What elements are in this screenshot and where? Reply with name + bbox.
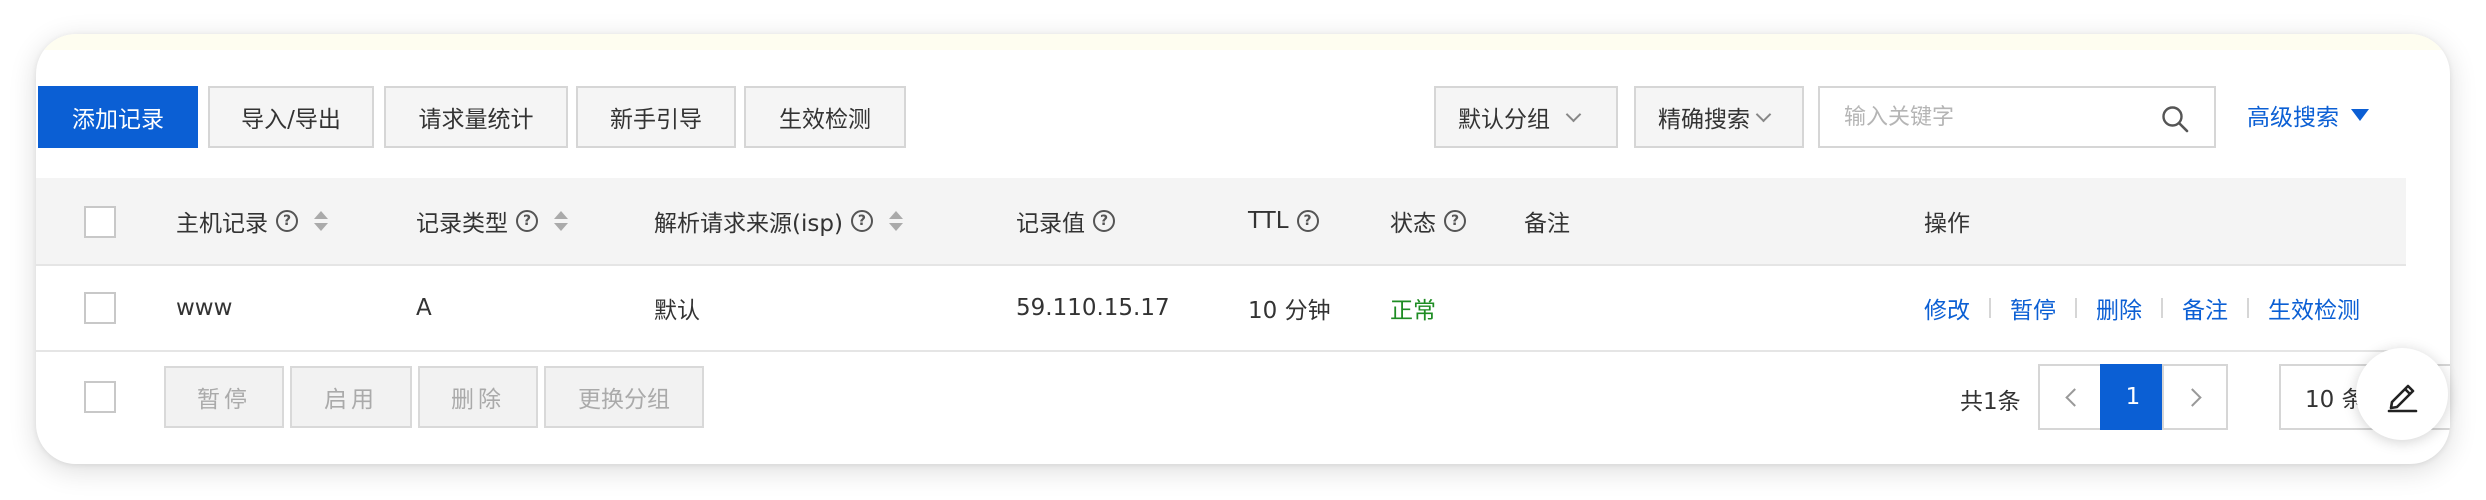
column-status: 状态 ? xyxy=(1390,178,1466,264)
column-remark: 备注 xyxy=(1524,211,1570,237)
footer-select-all-checkbox[interactable] xyxy=(84,381,116,413)
search-box xyxy=(1818,86,2216,148)
effect-check-button[interactable]: 生效检测 xyxy=(744,86,906,148)
row-checkbox[interactable] xyxy=(84,292,116,324)
help-icon[interactable]: ? xyxy=(850,210,873,232)
chevron-down-icon xyxy=(1755,106,1772,122)
column-source-label: 解析请求来源(isp) xyxy=(654,211,843,237)
edit-feedback-button[interactable] xyxy=(2356,348,2448,440)
cell-type: A xyxy=(416,295,432,321)
select-all-checkbox[interactable] xyxy=(84,206,116,238)
cell-status: 正常 xyxy=(1390,298,1436,324)
column-host-label: 主机记录 xyxy=(176,211,268,237)
help-icon[interactable]: ? xyxy=(516,210,538,232)
column-source[interactable]: 解析请求来源(isp) ? xyxy=(654,178,903,264)
column-ttl-label: TTL xyxy=(1248,208,1289,234)
pause-link[interactable]: 暂停 xyxy=(2010,291,2056,325)
table-row: www A 默认 59.110.15.17 10 分钟 正常 修改 暂停 删除 … xyxy=(36,266,2406,352)
divider xyxy=(2247,298,2249,318)
delete-link[interactable]: 删除 xyxy=(2096,291,2142,325)
top-band xyxy=(36,34,2450,50)
column-type-label: 记录类型 xyxy=(416,211,508,237)
caret-down-icon xyxy=(2351,109,2369,121)
group-select-value: 默认分组 xyxy=(1458,107,1550,133)
group-select[interactable]: 默认分组 xyxy=(1434,86,1618,148)
column-ops: 操作 xyxy=(1924,211,1970,237)
cell-host: www xyxy=(176,295,233,321)
batch-pause-button[interactable]: 暂停 xyxy=(164,366,284,428)
cell-source: 默认 xyxy=(654,298,700,324)
beginner-guide-button[interactable]: 新手引导 xyxy=(576,86,736,148)
dns-records-panel: 添加记录 导入/导出 请求量统计 新手引导 生效检测 默认分组 精确搜索 高级搜… xyxy=(36,34,2450,464)
divider xyxy=(2075,298,2077,318)
effect-check-link[interactable]: 生效检测 xyxy=(2268,291,2360,325)
chevron-right-icon xyxy=(2182,387,2202,407)
import-export-button[interactable]: 导入/导出 xyxy=(208,86,374,148)
sort-icon[interactable] xyxy=(554,211,568,231)
edit-icon xyxy=(2387,384,2418,413)
request-stats-button[interactable]: 请求量统计 xyxy=(384,86,568,148)
help-icon[interactable]: ? xyxy=(1093,210,1115,232)
cell-ttl: 10 分钟 xyxy=(1248,298,1331,324)
edit-link[interactable]: 修改 xyxy=(1924,291,1970,325)
prev-page-button[interactable] xyxy=(2038,364,2104,430)
help-icon[interactable]: ? xyxy=(1444,210,1466,232)
divider xyxy=(2161,298,2163,318)
chevron-left-icon xyxy=(2064,387,2084,407)
remark-link[interactable]: 备注 xyxy=(2182,291,2228,325)
next-page-button[interactable] xyxy=(2162,364,2228,430)
total-count: 共1条 xyxy=(1960,389,2021,415)
help-icon[interactable]: ? xyxy=(276,210,298,232)
table-header: 主机记录 ? 记录类型 ? 解析请求来源(isp) ? 记录值 ? TTL ? … xyxy=(36,178,2406,266)
divider xyxy=(1989,298,1991,318)
cell-value: 59.110.15.17 xyxy=(1016,295,1170,321)
column-status-label: 状态 xyxy=(1390,211,1436,237)
search-mode-value: 精确搜索 xyxy=(1658,107,1750,133)
row-actions: 修改 暂停 删除 备注 生效检测 xyxy=(1924,266,2360,350)
search-icon[interactable] xyxy=(2160,104,2190,134)
search-mode-select[interactable]: 精确搜索 xyxy=(1634,86,1804,148)
batch-delete-button[interactable]: 删除 xyxy=(418,366,538,428)
add-record-button[interactable]: 添加记录 xyxy=(38,86,198,148)
batch-enable-button[interactable]: 启用 xyxy=(290,366,412,428)
column-type[interactable]: 记录类型 ? xyxy=(416,178,568,264)
advanced-search-label: 高级搜索 xyxy=(2247,105,2339,131)
column-ttl: TTL ? xyxy=(1248,178,1319,264)
column-value-label: 记录值 xyxy=(1016,211,1085,237)
page-1-button[interactable]: 1 xyxy=(2100,364,2166,430)
help-icon[interactable]: ? xyxy=(1296,210,1319,232)
column-value: 记录值 ? xyxy=(1016,178,1115,264)
advanced-search-link[interactable]: 高级搜索 xyxy=(2247,98,2369,132)
change-group-button[interactable]: 更换分组 xyxy=(544,366,704,428)
sort-icon[interactable] xyxy=(888,211,903,231)
column-host[interactable]: 主机记录 ? xyxy=(176,178,328,264)
chevron-down-icon xyxy=(1565,106,1582,122)
search-input[interactable] xyxy=(1844,104,2144,130)
sort-icon[interactable] xyxy=(314,211,328,231)
